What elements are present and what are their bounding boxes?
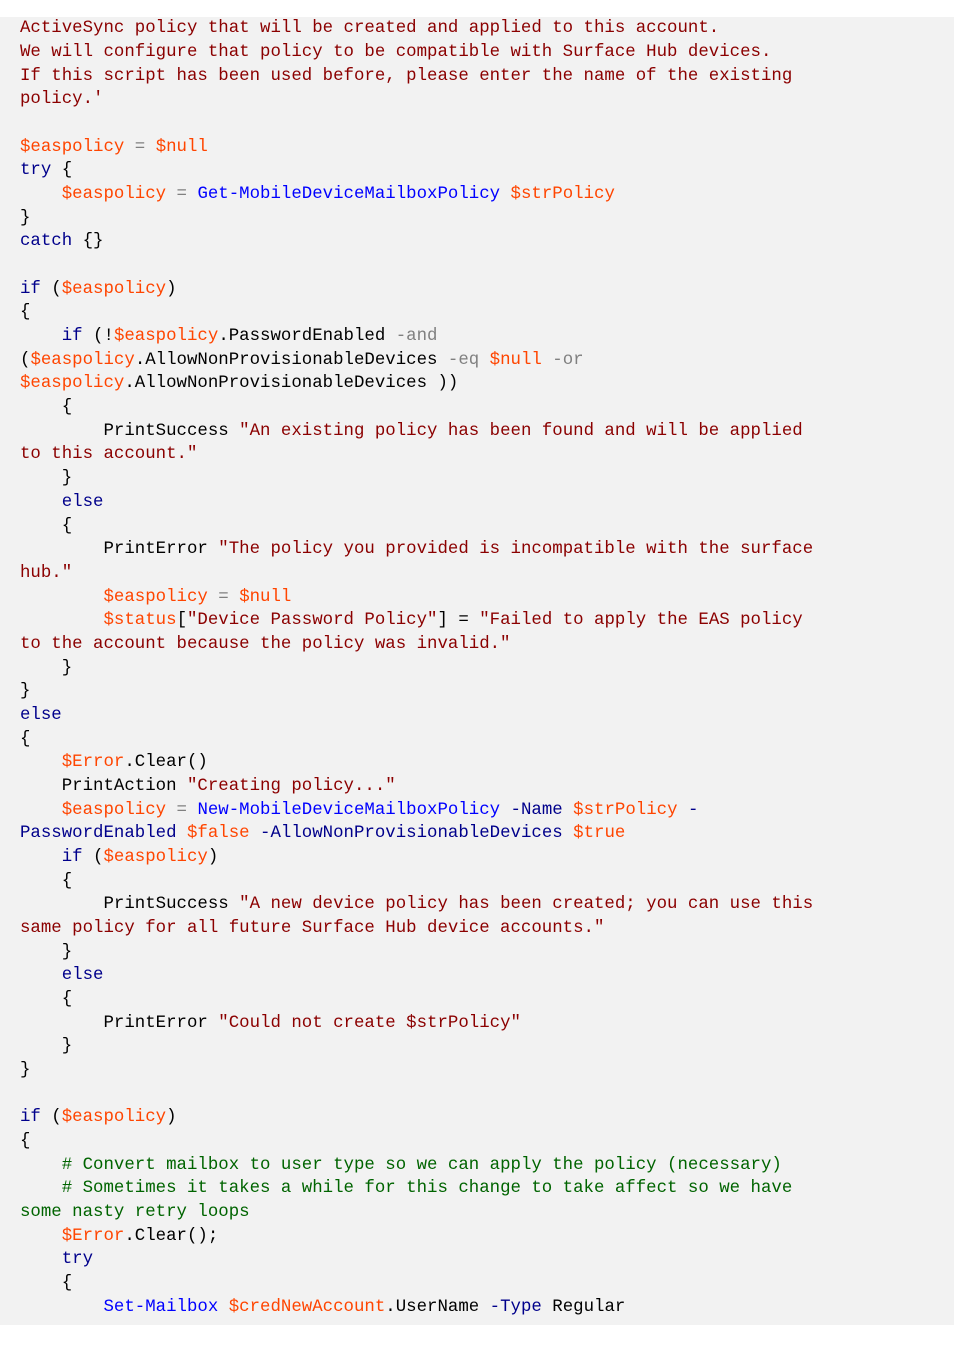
comment: # Convert mailbox to user type so we can… <box>62 1156 782 1175</box>
string-continuation: policy.' <box>20 90 104 109</box>
string-continuation: If this script has been used before, ple… <box>20 67 803 86</box>
keyword-catch: catch <box>20 232 72 251</box>
keyword-else: else <box>62 493 104 512</box>
string-continuation: ActiveSync policy that will be created a… <box>20 19 719 38</box>
variable: $easpolicy <box>20 138 124 157</box>
cmdlet: Get-MobileDeviceMailboxPolicy <box>197 185 500 204</box>
string-continuation: We will configure that policy to be comp… <box>20 43 771 62</box>
comment: # Sometimes it takes a while for this ch… <box>62 1179 803 1198</box>
code-block: ActiveSync policy that will be created a… <box>0 17 954 1325</box>
keyword-try: try <box>20 161 51 180</box>
keyword-if: if <box>20 280 41 299</box>
string-literal: "An existing policy has been found and w… <box>239 422 813 441</box>
